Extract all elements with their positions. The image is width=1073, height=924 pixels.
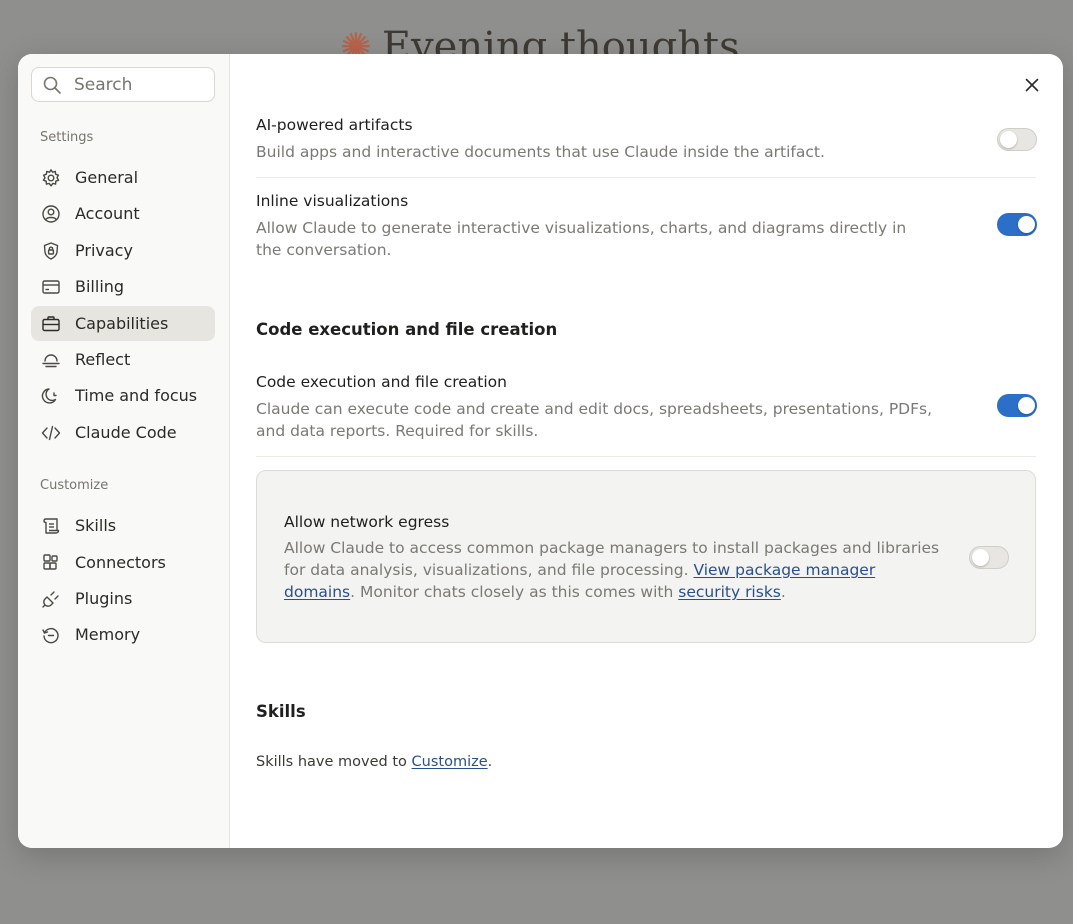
egress-title: Allow network egress [284,513,450,531]
artifacts-toggle[interactable] [997,128,1037,151]
customize-link[interactable]: Customize [412,754,488,770]
code-exec-toggle[interactable] [997,394,1037,417]
sidebar-item-billing[interactable]: Billing [31,269,215,304]
sidebar-item-label: Time and focus [75,386,198,405]
security-risks-link[interactable]: security risks [678,583,781,601]
inline-viz-description: Allow Claude to generate interactive vis… [256,219,907,259]
network-egress-card: Allow network egress Allow Claude to acc… [256,470,1036,643]
toggle-knob [1018,397,1035,414]
toggle-knob [972,549,989,566]
skills-heading: Skills [256,702,306,721]
sidebar-item-label: Capabilities [75,314,169,333]
moon-icon [41,386,61,406]
gear-icon [41,168,61,188]
network-egress-toggle[interactable] [969,546,1009,569]
divider [256,456,1036,457]
sidebar-item-reflect[interactable]: Reflect [31,342,215,377]
sidebar-item-claude-code[interactable]: Claude Code [31,415,215,450]
user-circle-icon [41,204,61,224]
code-exec-title: Code execution and file creation [256,373,507,391]
briefcase-icon [41,314,61,334]
artifacts-description: Build apps and interactive documents tha… [256,143,825,161]
customize-section-label: Customize [40,478,109,493]
sidebar-item-label: General [75,168,139,187]
capabilities-panel: AI-powered artifacts Build apps and inte… [230,54,1063,848]
reflect-icon [41,350,61,370]
sidebar-item-label: Billing [75,277,125,296]
shield-icon [41,241,61,261]
sidebar-item-label: Claude Code [75,423,177,442]
search-icon [42,75,62,95]
code-exec-description: Claude can execute code and create and e… [256,400,933,440]
sidebar-item-label: Account [75,204,140,223]
sidebar-item-label: Reflect [75,350,131,369]
toggle-knob [1000,131,1017,148]
egress-desc-text: . Monitor chats closely as this comes wi… [350,583,679,601]
skills-moved-text: Skills have moved to Customize. [256,754,492,770]
close-icon [1025,78,1039,92]
sidebar-item-memory[interactable]: Memory [31,617,215,652]
code-icon [41,423,61,443]
plug-icon [41,589,61,609]
toggle-knob [1018,216,1035,233]
search-box[interactable] [31,67,215,102]
inline-viz-toggle[interactable] [997,213,1037,236]
settings-dialog: Settings General Account Privacy Billing [18,54,1063,848]
artifacts-title: AI-powered artifacts [256,116,413,134]
egress-description: Allow Claude to access common package ma… [284,537,944,603]
sidebar-item-time-and-focus[interactable]: Time and focus [31,378,215,413]
history-icon [41,625,61,645]
code-section-heading: Code execution and file creation [256,320,558,339]
sidebar-item-general[interactable]: General [31,160,215,195]
sidebar-item-label: Memory [75,625,141,644]
search-input[interactable] [74,74,194,95]
skills-text-suffix: . [487,754,493,770]
sidebar-item-label: Plugins [75,589,133,608]
sidebar-item-skills[interactable]: Skills [31,508,215,543]
sidebar-item-account[interactable]: Account [31,196,215,231]
inline-viz-title: Inline visualizations [256,192,409,210]
settings-section-label: Settings [40,130,94,145]
close-button[interactable] [1021,74,1043,96]
egress-desc-text: . [780,583,786,601]
sidebar-item-connectors[interactable]: Connectors [31,545,215,580]
divider [256,177,1036,178]
sidebar-item-label: Skills [75,516,117,535]
sidebar-item-privacy[interactable]: Privacy [31,233,215,268]
skills-text-prefix: Skills have moved to [256,754,412,770]
sidebar-item-label: Connectors [75,553,166,572]
credit-card-icon [41,277,61,297]
sidebar-item-capabilities[interactable]: Capabilities [31,306,215,341]
sidebar-item-label: Privacy [75,241,133,260]
connectors-icon [41,553,61,573]
sidebar-item-plugins[interactable]: Plugins [31,581,215,616]
scroll-icon [41,516,61,536]
settings-sidebar: Settings General Account Privacy Billing [18,54,230,848]
